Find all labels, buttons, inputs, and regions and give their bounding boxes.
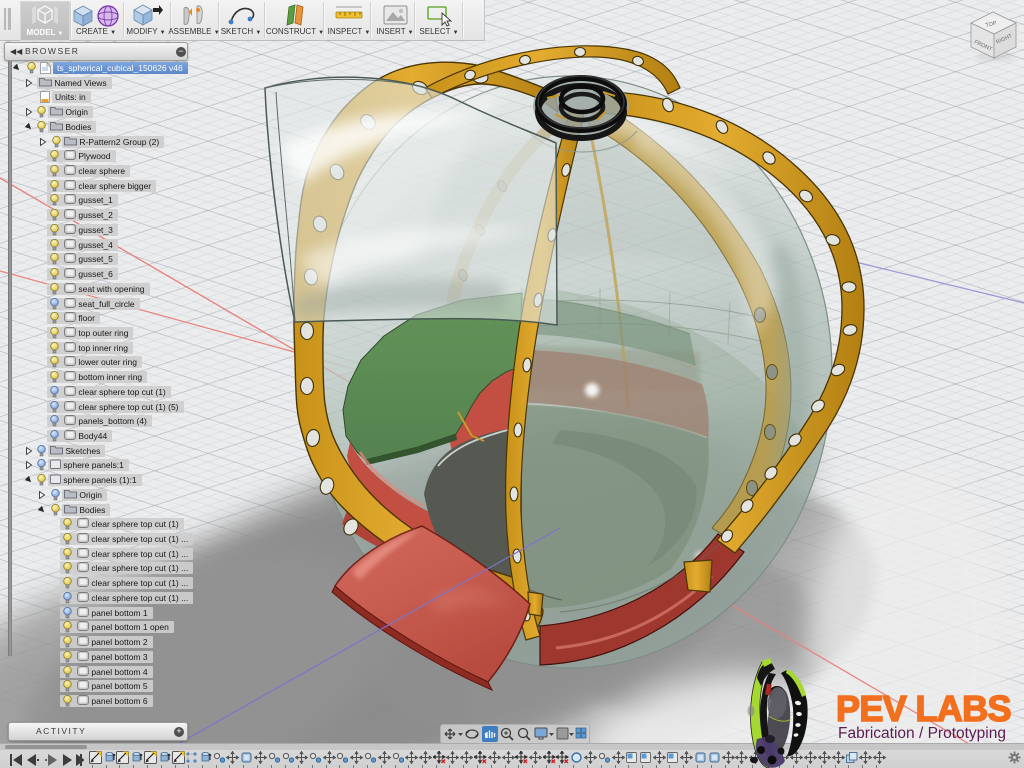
svg-text:PEV LABS: PEV LABS (836, 688, 1010, 729)
svg-text:Fabrication / Prototyping: Fabrication / Prototyping (838, 725, 1006, 742)
